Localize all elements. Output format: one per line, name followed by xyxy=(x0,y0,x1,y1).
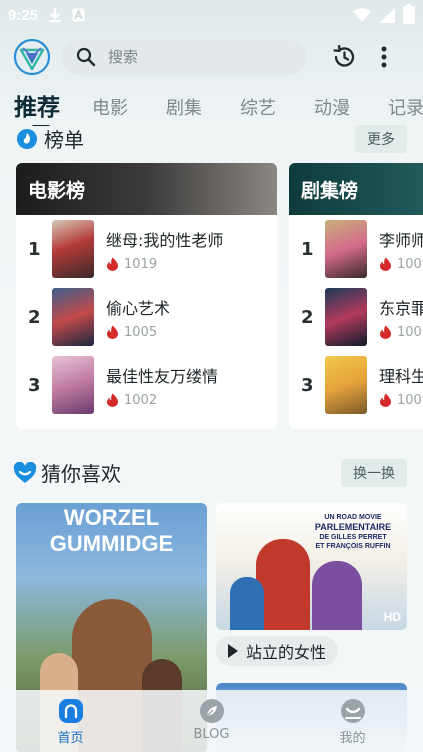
search-icon xyxy=(76,47,96,67)
bottom-navigation: 首页 BLOG 我的 xyxy=(0,690,423,752)
poster-image xyxy=(325,220,367,278)
series-ranking-card[interactable]: 剧集榜 1 李师师 100 2 东京罪 100 3 理科生 100 xyxy=(289,163,423,429)
flame-icon xyxy=(380,393,391,407)
item-score: 1002 xyxy=(124,392,158,408)
rank-number: 3 xyxy=(301,374,314,396)
item-title: 理科生 xyxy=(379,366,423,386)
tab-variety[interactable]: 综艺 xyxy=(240,94,276,126)
notification-a-icon xyxy=(72,8,85,22)
app-header xyxy=(0,34,423,80)
item-title: 站立的女性 xyxy=(246,643,327,662)
nav-label: 我的 xyxy=(339,731,366,746)
list-item[interactable]: 2 东京罪 100 xyxy=(289,283,423,351)
recommend-card[interactable]: UN ROAD MOVIE PARLEMENTAIRE DE GILLES PE… xyxy=(216,503,407,630)
item-title: 偷心艺术 xyxy=(106,298,171,318)
history-icon xyxy=(333,44,355,67)
poster-text-line: DE GILLES PERRET xyxy=(319,534,387,541)
search-input[interactable] xyxy=(108,48,278,66)
item-score: 100 xyxy=(397,392,422,408)
heart-icon xyxy=(13,461,37,483)
poster-figure xyxy=(312,561,362,630)
item-title: 继母:我的性老师 xyxy=(106,230,224,250)
nav-profile[interactable]: 我的 xyxy=(282,690,423,752)
tab-anime[interactable]: 动漫 xyxy=(314,94,350,126)
poster-image xyxy=(52,288,94,346)
rankings-title: 榜单 xyxy=(44,128,84,152)
flame-icon xyxy=(380,257,391,271)
poster-image xyxy=(325,288,367,346)
flame-icon xyxy=(107,257,118,271)
more-options-button[interactable] xyxy=(368,41,400,73)
profile-icon xyxy=(340,699,365,723)
rank-number: 1 xyxy=(28,238,41,260)
list-item[interactable]: 3 最佳性友万缕情 1002 xyxy=(16,351,277,419)
compass-leaf-icon xyxy=(199,699,224,723)
poster-text-line: PARLEMENTAIRE xyxy=(314,522,392,532)
history-button[interactable] xyxy=(328,41,360,73)
list-item[interactable]: 1 李师师 100 xyxy=(289,215,423,283)
poster-image xyxy=(52,356,94,414)
rank-number: 2 xyxy=(28,306,41,328)
list-item[interactable]: 3 理科生 100 xyxy=(289,351,423,419)
recommend-title: 猜你喜欢 xyxy=(41,462,121,486)
flame-icon xyxy=(380,325,391,339)
rank-number: 2 xyxy=(301,306,314,328)
flame-icon xyxy=(107,393,118,407)
poster-text-line: GUMMIDGE xyxy=(49,531,174,556)
item-score: 100 xyxy=(397,256,422,272)
refresh-button[interactable]: 换一换 xyxy=(341,458,407,487)
signal-icon xyxy=(379,7,395,23)
home-icon xyxy=(58,699,83,723)
nav-label: BLOG xyxy=(193,727,230,742)
wifi-icon xyxy=(353,8,371,22)
poster-text: UN ROAD MOVIE PARLEMENTAIRE DE GILLES PE… xyxy=(305,513,401,551)
hd-badge: HD xyxy=(383,610,401,624)
tab-movies[interactable]: 电影 xyxy=(92,94,128,126)
flame-icon xyxy=(107,325,118,339)
poster-text-line: UN ROAD MOVIE xyxy=(324,514,382,521)
play-icon xyxy=(228,644,238,658)
more-vertical-icon xyxy=(381,46,387,68)
rank-number: 3 xyxy=(28,374,41,396)
rank-number: 1 xyxy=(301,238,314,260)
download-icon xyxy=(49,8,62,23)
rankings-more-button[interactable]: 更多 xyxy=(355,124,407,153)
series-ranking-title: 剧集榜 xyxy=(289,163,423,215)
search-bar[interactable] xyxy=(62,39,306,75)
battery-icon xyxy=(403,4,415,24)
poster-figure xyxy=(256,539,310,630)
poster-text: WORZEL GUMMIDGE xyxy=(16,505,207,557)
tab-series[interactable]: 剧集 xyxy=(166,94,202,126)
movie-ranking-card[interactable]: 电影榜 1 继母:我的性老师 1019 2 偷心艺术 1005 3 最佳性友万缕… xyxy=(16,163,277,429)
item-title: 李师师 xyxy=(379,230,423,250)
recommend-header: 猜你喜欢 换一换 xyxy=(13,458,407,487)
item-score: 100 xyxy=(397,324,422,340)
poster-image xyxy=(52,220,94,278)
poster-image xyxy=(325,356,367,414)
rankings-header: 榜单 更多 xyxy=(16,124,407,153)
status-time: 9:25 xyxy=(8,6,39,24)
nav-blog[interactable]: BLOG xyxy=(141,690,282,752)
item-score: 1005 xyxy=(124,324,158,340)
tab-documentary[interactable]: 记录 xyxy=(388,94,423,126)
tab-recommend[interactable]: 推荐 xyxy=(14,88,60,126)
nav-label: 首页 xyxy=(57,731,84,746)
list-item[interactable]: 1 继母:我的性老师 1019 xyxy=(16,215,277,283)
category-tabs: 推荐 电影 剧集 综艺 动漫 记录 xyxy=(0,86,423,126)
movie-ranking-title: 电影榜 xyxy=(16,163,277,215)
item-title: 东京罪 xyxy=(379,298,423,318)
item-title: 最佳性友万缕情 xyxy=(106,366,219,386)
poster-text-line: ET FRANÇOIS RUFFIN xyxy=(315,543,391,550)
item-score: 1019 xyxy=(124,256,158,272)
status-bar: 9:25 xyxy=(0,0,423,30)
app-logo[interactable] xyxy=(12,37,52,77)
rankings-carousel[interactable]: 电影榜 1 继母:我的性老师 1019 2 偷心艺术 1005 3 最佳性友万缕… xyxy=(16,163,423,429)
poster-figure xyxy=(230,577,264,630)
poster-text-line: WORZEL xyxy=(63,505,160,530)
rankings-icon xyxy=(17,128,37,149)
nav-home[interactable]: 首页 xyxy=(0,690,141,752)
recommend-title-chip[interactable]: 站立的女性 xyxy=(216,636,339,666)
list-item[interactable]: 2 偷心艺术 1005 xyxy=(16,283,277,351)
